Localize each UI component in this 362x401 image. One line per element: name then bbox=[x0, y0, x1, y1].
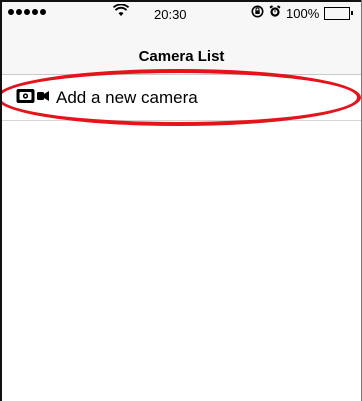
page-title: Camera List bbox=[138, 48, 225, 65]
alarm-clock-icon bbox=[269, 5, 281, 21]
status-right-group: 100% bbox=[251, 5, 354, 21]
screen-border-top bbox=[0, 0, 362, 2]
wifi-icon bbox=[112, 3, 130, 21]
screen-border-left bbox=[0, 0, 2, 401]
signal-strength-icon bbox=[8, 9, 46, 15]
battery-icon bbox=[324, 6, 354, 20]
status-bar: 20:30 100% bbox=[2, 2, 361, 26]
phone-screen: 20:30 100% Camera List Add a new camera bbox=[0, 0, 362, 401]
rotation-lock-icon bbox=[251, 5, 264, 21]
navigation-bar: 20:30 100% Camera List bbox=[2, 2, 361, 75]
highlight-ellipse bbox=[0, 69, 361, 126]
status-time: 20:30 bbox=[154, 7, 187, 22]
battery-percentage: 100% bbox=[286, 5, 320, 21]
